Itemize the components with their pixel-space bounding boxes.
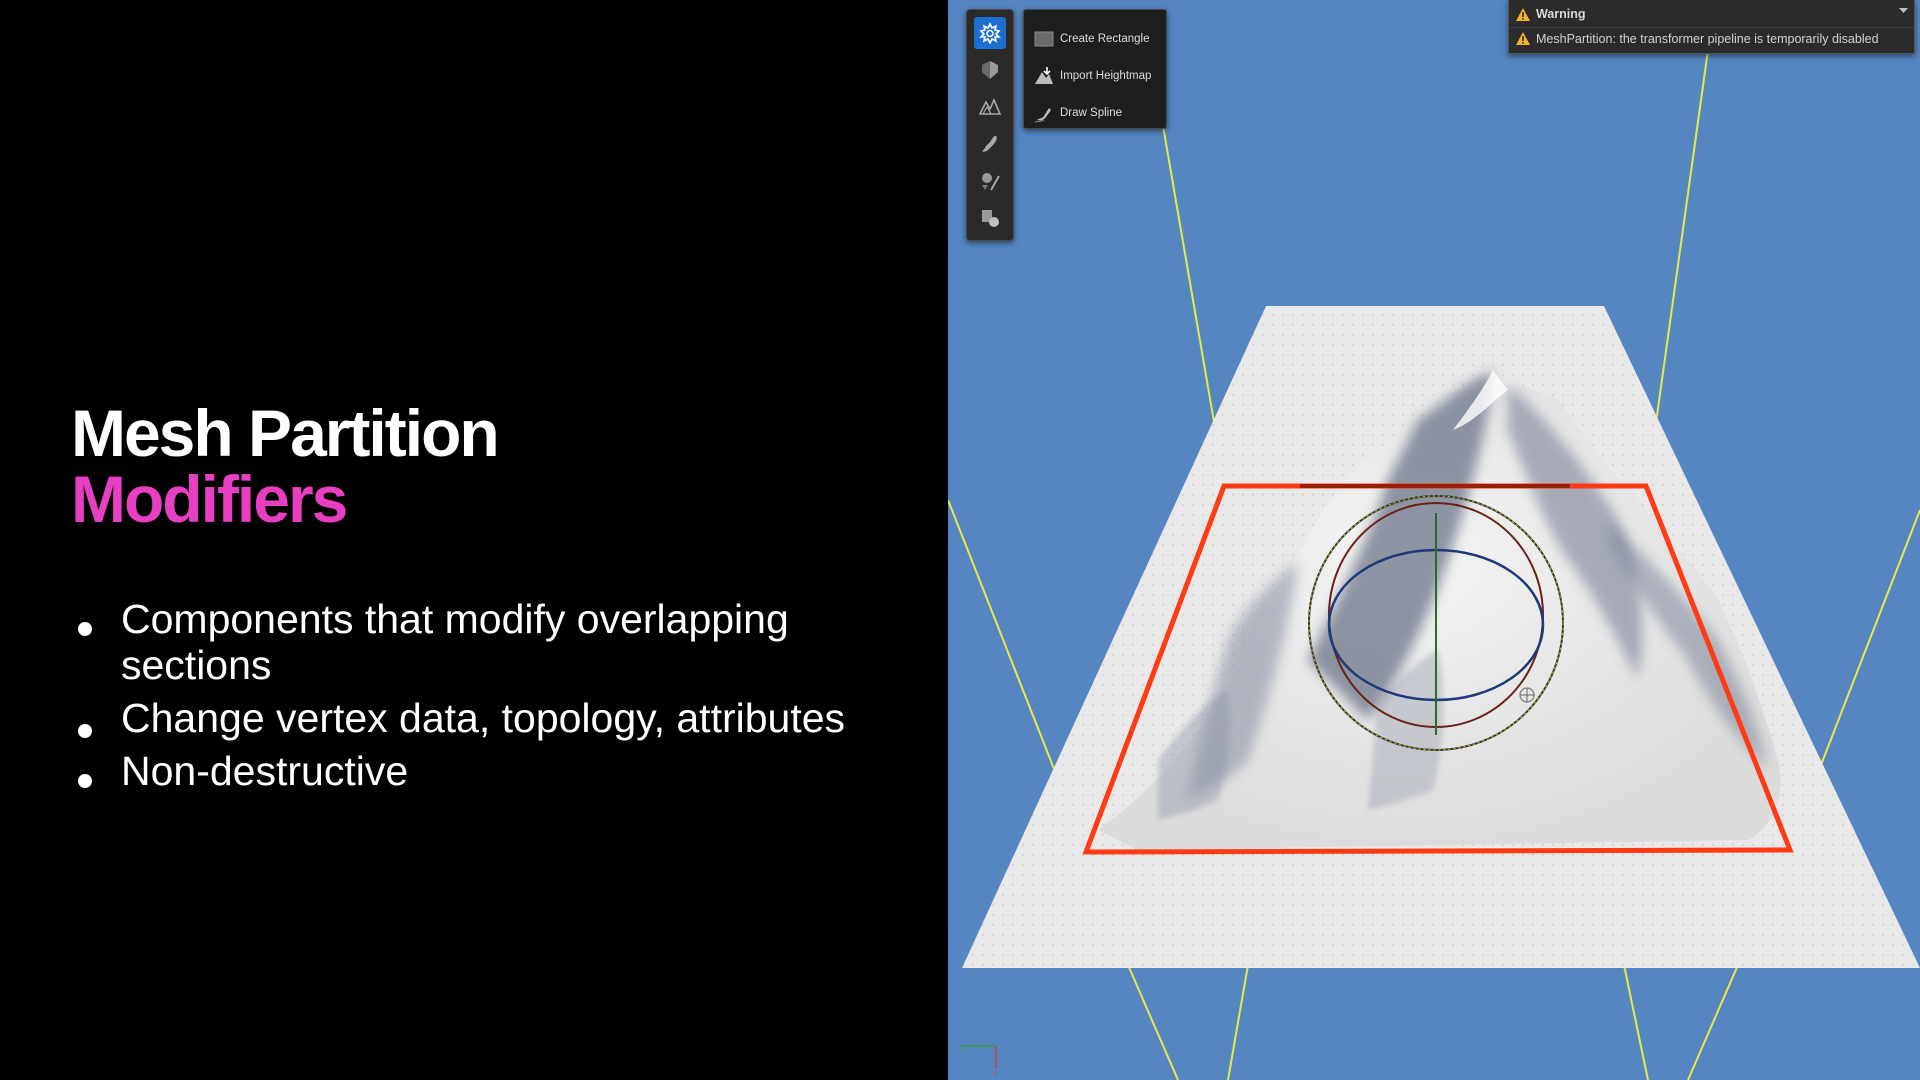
warning-triangle-icon: [1516, 7, 1530, 21]
title-line-1: Mesh Partition: [71, 396, 500, 470]
chevron-down-icon[interactable]: [1899, 8, 1908, 14]
menu-create-rectangle[interactable]: Create Rectangle: [1034, 25, 1162, 53]
modifier-gear-icon: [979, 22, 1001, 44]
bullet-dot: [78, 774, 92, 788]
menu-label: Import Heightmap: [1060, 70, 1152, 82]
warning-title: Warning: [1536, 7, 1586, 21]
tool-brush[interactable]: [974, 128, 1006, 160]
import-heightmap-icon: [1035, 67, 1053, 84]
brush-icon: [982, 135, 997, 152]
bullet-text: Non-destructive: [121, 748, 409, 794]
create-menu: Create Rectangle Import Heightmap Draw S…: [1023, 9, 1167, 129]
warning-header[interactable]: Warning: [1515, 5, 1586, 23]
warning-notification[interactable]: Warning MeshPartition: the transformer p…: [1508, 0, 1915, 54]
mode-toolbar: [966, 9, 1014, 241]
bullet-text: Change vertex data, topology, attributes: [121, 695, 846, 741]
title-line-2: Modifiers: [71, 462, 348, 536]
bullet-dot: [78, 622, 92, 636]
axis-gizmo-icon: y x: [960, 1012, 997, 1076]
rectangle-icon: [1034, 31, 1054, 47]
slide-title: Mesh Partition Modifiers: [71, 396, 500, 536]
bullet-item: Change vertex data, topology, attributes: [72, 695, 852, 741]
tool-paint[interactable]: [974, 165, 1006, 197]
tool-modifiers[interactable]: [974, 17, 1006, 49]
paint-icon: [982, 173, 1000, 191]
warning-message-row: MeshPartition: the transformer pipeline …: [1515, 31, 1879, 46]
menu-label: Create Rectangle: [1060, 33, 1150, 45]
svg-text:x: x: [993, 1070, 997, 1076]
mountains-icon: [979, 98, 1001, 115]
shapes-icon: [982, 210, 999, 227]
bullet-list: Components that modify overlapping secti…: [72, 596, 852, 804]
warning-divider: [1509, 27, 1914, 28]
slide-panel: Mesh Partition Modifiers Components that…: [0, 0, 948, 1080]
tool-select[interactable]: [974, 54, 1006, 86]
menu-draw-spline[interactable]: Draw Spline: [1034, 99, 1162, 127]
tool-shapes[interactable]: [974, 202, 1006, 234]
bullet-item: Components that modify overlapping secti…: [72, 596, 852, 688]
tool-sculpt[interactable]: [974, 91, 1006, 123]
pen-icon: [1034, 108, 1051, 123]
viewport-scene[interactable]: [948, 0, 1920, 1080]
menu-import-heightmap[interactable]: Import Heightmap: [1034, 62, 1162, 90]
warning-message: MeshPartition: the transformer pipeline …: [1536, 31, 1879, 46]
move-cursor-icon: [1519, 687, 1535, 703]
svg-text:y: y: [960, 1044, 964, 1051]
menu-label: Draw Spline: [1060, 107, 1122, 119]
bullet-text: Components that modify overlapping secti…: [121, 596, 789, 688]
editor-viewport[interactable]: y x Create Rectangle Import Heightmap Dr…: [948, 0, 1920, 1080]
shield-icon: [982, 61, 998, 79]
warning-triangle-icon: [1516, 32, 1530, 45]
bullet-dot: [78, 724, 92, 738]
bullet-item: Non-destructive: [72, 748, 852, 794]
